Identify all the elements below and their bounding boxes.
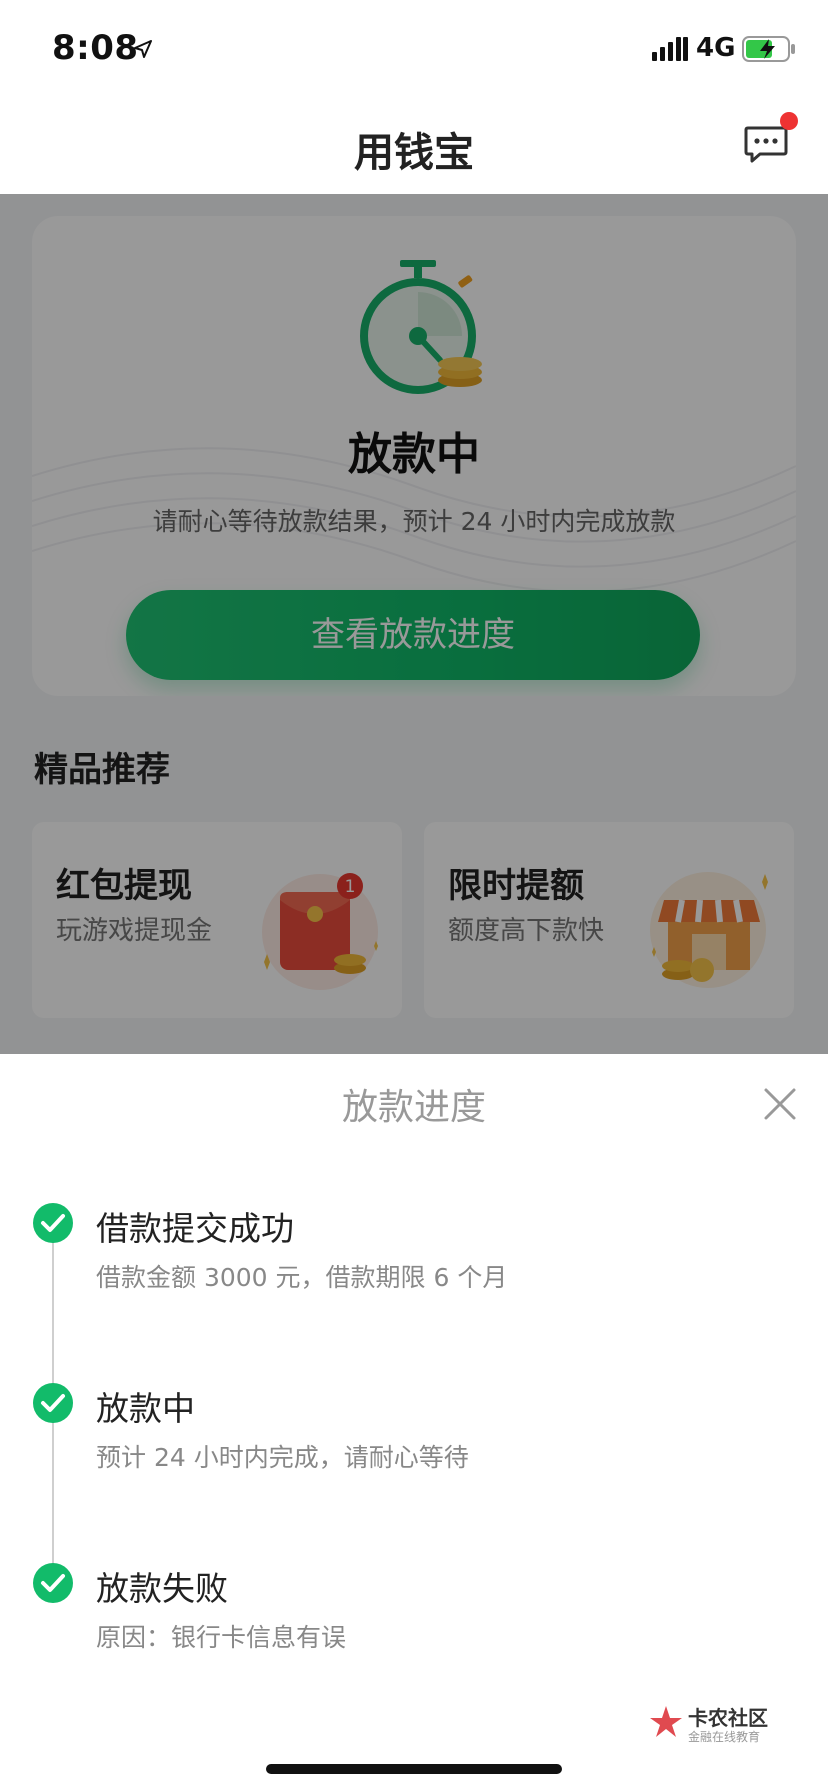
battery-charging-icon [742,36,795,62]
page-title: 用钱宝 [354,130,474,176]
check-circle-icon [33,1563,73,1603]
step-desc: 预计 24 小时内完成，请耐心等待 [96,1443,469,1472]
sheet-title: 放款进度 [341,1087,486,1128]
step-title: 放款中 [96,1389,195,1428]
network-type: 4G [696,33,736,63]
status-bar: 8:08 4G [0,0,828,96]
nav-bar: 用钱宝 [0,96,828,194]
dim-overlay[interactable] [0,194,828,1054]
step-desc: 原因：银行卡信息有误 [96,1623,347,1652]
step-title: 放款失败 [96,1569,228,1608]
close-icon[interactable] [760,1084,800,1124]
watermark: 卡农社区 金融在线教育 [648,1702,788,1744]
signal-icon [652,37,688,61]
watermark-subtext: 金融在线教育 [688,1730,761,1744]
step-title: 借款提交成功 [96,1209,294,1248]
status-time: 8:08 [52,28,139,68]
check-circle-icon [33,1203,73,1243]
step-desc: 借款金额 3000 元，借款期限 6 个月 [96,1263,508,1292]
unread-dot [780,112,798,130]
progress-sheet: 放款进度 借款提交成功 借款金额 3000 元，借款期限 6 个月 放款中 预计… [0,1054,828,1792]
watermark-logo-icon [650,1706,682,1737]
location-arrow-icon [134,40,152,58]
check-circle-icon [33,1383,73,1423]
timeline-step: 借款提交成功 借款金额 3000 元，借款期限 6 个月 [0,1202,828,1312]
timeline-step: 放款失败 原因：银行卡信息有误 [0,1562,828,1672]
home-indicator[interactable] [266,1764,562,1774]
watermark-text: 卡农社区 [688,1706,768,1730]
timeline-step: 放款中 预计 24 小时内完成，请耐心等待 [0,1382,828,1492]
